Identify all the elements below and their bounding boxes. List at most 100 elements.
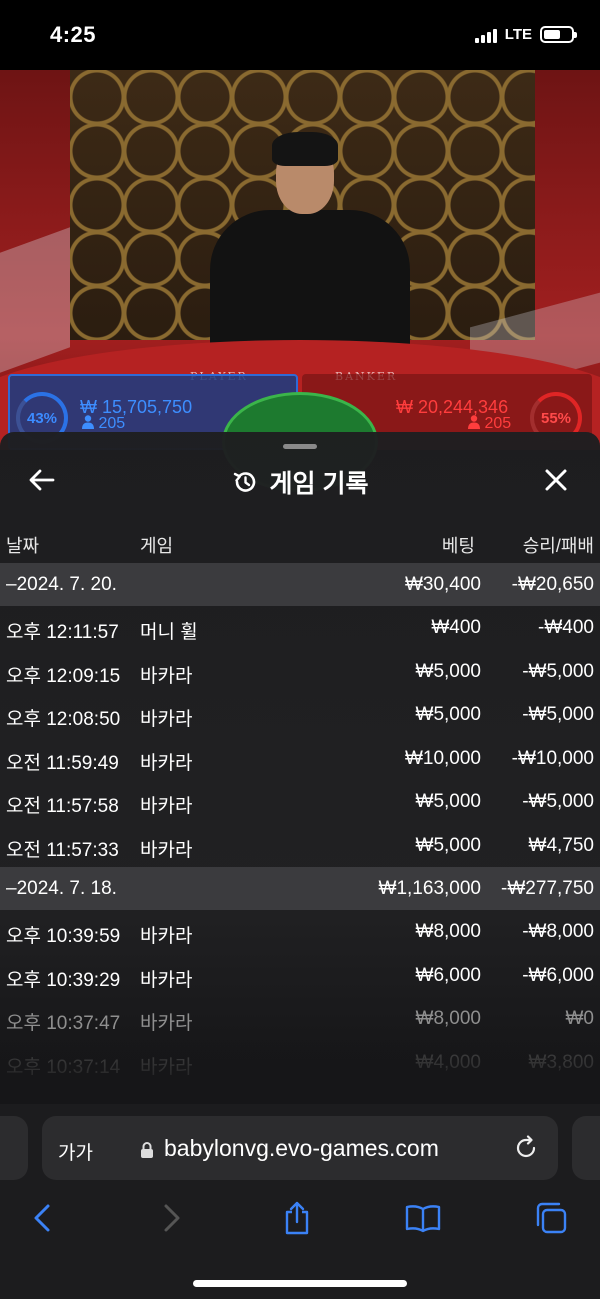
row-game: 바카라	[140, 709, 193, 730]
row-date: 오후 12:09:15	[6, 665, 121, 687]
row-bet: ₩5,000	[415, 834, 481, 856]
person-icon	[82, 415, 94, 429]
row-game: 바카라	[140, 752, 193, 774]
row-bet: ₩5,000	[415, 660, 481, 682]
history-row[interactable]: 오후 10:39:59 바카라 ₩8,000 -₩8,000	[0, 910, 600, 954]
person-icon	[468, 415, 480, 429]
row-date: 오후 10:39:29	[6, 969, 121, 991]
chevron-right-icon	[164, 1204, 180, 1232]
history-icon	[233, 472, 255, 492]
row-bet: ₩10,000	[404, 747, 481, 769]
column-header-game: 게임	[140, 536, 174, 556]
date-group-row[interactable]: –2024. 7. 20. ₩30,400 -₩20,650	[0, 563, 600, 606]
address-bar[interactable]: 가가 babylonvg.evo-games.com	[42, 1116, 558, 1180]
status-indicators: LTE	[474, 26, 577, 43]
row-game: 바카라	[140, 839, 193, 861]
lock-icon	[141, 1142, 153, 1158]
column-header-result: 승리/패배	[522, 536, 594, 556]
banker-bettor-count-value: 205	[484, 415, 512, 432]
row-result: -₩10,000	[511, 747, 594, 769]
row-bet: ₩8,000	[415, 921, 481, 942]
row-result: -₩5,000	[522, 704, 594, 725]
player-bettor-count-value: 205	[98, 415, 126, 432]
row-game: 바카라	[140, 796, 193, 817]
row-game: 머니 휠	[140, 622, 198, 643]
close-button[interactable]	[540, 464, 572, 496]
dealer-hair	[272, 132, 338, 166]
row-date: 오후 10:37:47	[6, 1013, 121, 1034]
previous-tab-preview[interactable]	[0, 1116, 28, 1180]
sheet-header: 게임 기록	[0, 456, 600, 506]
row-bet: ₩5,000	[415, 704, 481, 725]
row-bet: ₩8,000	[415, 1008, 481, 1029]
game-history-sheet: 게임 기록 날짜 게임 베팅 승리/패배 –2024. 7. 20. ₩30,40…	[0, 432, 600, 1104]
row-date: 오전 11:59:49	[6, 752, 119, 774]
row-bet: ₩5,000	[415, 791, 481, 812]
sheet-drag-handle[interactable]	[283, 444, 317, 449]
status-time: 4:25	[50, 22, 97, 47]
row-bet: ₩1,163,000	[378, 878, 481, 899]
battery-icon	[540, 26, 577, 43]
banker-bettor-count: 205	[468, 415, 511, 433]
date-group-row[interactable]: –2024. 7. 18. ₩1,163,000 -₩277,750	[0, 867, 600, 910]
row-game: 바카라	[140, 969, 193, 991]
row-date: 오후 12:08:50	[6, 709, 121, 730]
browser-nav-bar	[0, 1198, 600, 1248]
row-result: ₩0	[565, 1008, 595, 1029]
row-date: 오후 10:39:59	[6, 926, 121, 947]
history-row[interactable]: 오전 11:57:33 바카라 ₩5,000 ₩4,750	[0, 824, 600, 868]
row-game: 바카라	[140, 926, 193, 947]
row-result: -₩20,650	[511, 574, 594, 595]
history-row[interactable]: 오전 11:57:58 바카라 ₩5,000 -₩5,000	[0, 780, 600, 824]
tabs-button[interactable]	[531, 1198, 571, 1238]
history-row[interactable]: 오후 12:09:15 바카라 ₩5,000 -₩5,000	[0, 650, 600, 694]
network-type: LTE	[504, 26, 532, 43]
row-date: –2024. 7. 18.	[6, 878, 117, 899]
list-fade-overlay	[0, 1032, 600, 1104]
history-list: –2024. 7. 20. ₩30,400 -₩20,650 오후 12:11:57 머…	[0, 563, 600, 1084]
sheet-title: 게임 기록	[269, 470, 369, 498]
text-size-button[interactable]: 가가	[58, 1138, 93, 1165]
back-nav-button[interactable]	[22, 1198, 62, 1238]
row-game: 바카라	[140, 1013, 193, 1034]
row-result: -₩5,000	[522, 660, 594, 682]
status-bar: 4:25 LTE	[0, 0, 600, 70]
share-icon	[285, 1201, 309, 1235]
row-bet: ₩400	[431, 617, 481, 638]
book-icon	[405, 1205, 441, 1233]
row-result: -₩400	[538, 617, 594, 638]
tabs-icon	[536, 1202, 567, 1234]
column-headers: 날짜 게임 베팅 승리/패배	[0, 528, 600, 558]
row-result: -₩277,750	[501, 878, 594, 899]
signal-icon	[474, 27, 497, 43]
row-game: 바카라	[140, 665, 193, 687]
browser-toolbar: 가가 babylonvg.evo-games.com	[0, 1104, 600, 1299]
player-bettor-count: 205	[82, 415, 125, 433]
row-result: -₩6,000	[522, 964, 594, 986]
reload-icon[interactable]	[512, 1134, 540, 1162]
bookmarks-button[interactable]	[403, 1198, 443, 1238]
next-tab-preview[interactable]	[572, 1116, 600, 1180]
row-date: –2024. 7. 20.	[6, 574, 117, 595]
row-bet: ₩30,400	[404, 574, 481, 595]
history-row[interactable]: 오전 11:59:49 바카라 ₩10,000 -₩10,000	[0, 737, 600, 781]
url-text: babylonvg.evo-games.com	[164, 1135, 439, 1161]
row-result: -₩8,000	[522, 921, 594, 942]
share-button[interactable]	[277, 1198, 317, 1238]
home-indicator[interactable]	[193, 1280, 407, 1287]
close-icon	[545, 469, 567, 491]
row-date: 오후 12:11:57	[6, 622, 119, 643]
row-date: 오전 11:57:58	[6, 796, 119, 817]
history-row[interactable]: 오후 12:08:50 바카라 ₩5,000 -₩5,000	[0, 693, 600, 737]
row-result: ₩4,750	[528, 834, 594, 856]
column-header-date: 날짜	[6, 536, 40, 556]
history-row[interactable]: 오후 12:11:57 머니 휠 ₩400 -₩400	[0, 606, 600, 650]
history-row[interactable]: 오후 10:39:29 바카라 ₩6,000 -₩6,000	[0, 954, 600, 998]
row-result: -₩5,000	[522, 791, 594, 812]
row-bet: ₩6,000	[415, 964, 481, 986]
column-header-bet: 베팅	[441, 536, 475, 556]
chevron-left-icon	[34, 1204, 50, 1232]
row-date: 오전 11:57:33	[6, 839, 119, 861]
card-shoe	[0, 227, 70, 373]
forward-nav-button[interactable]	[152, 1198, 192, 1238]
